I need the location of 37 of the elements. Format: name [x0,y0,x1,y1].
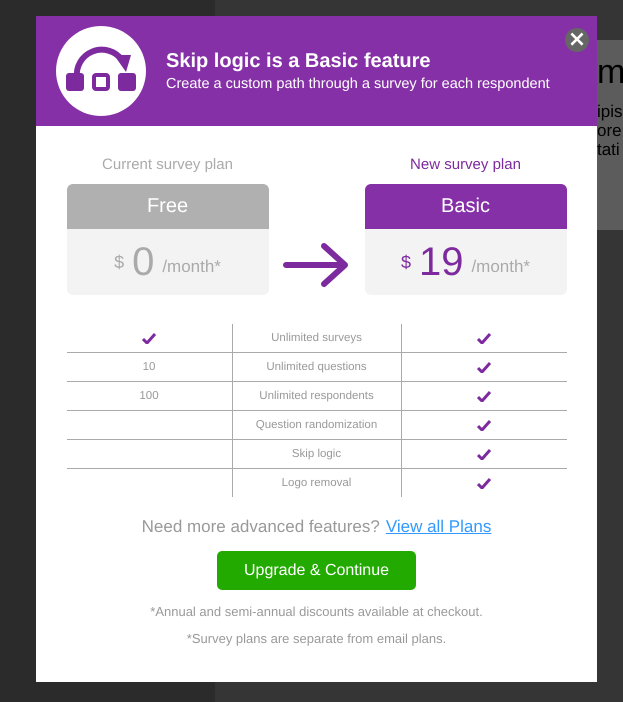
feature-name: Unlimited surveys [271,332,362,344]
close-button[interactable]: × [565,28,589,52]
price-period: /month* [162,257,221,277]
plan-name: Basic [364,184,566,229]
feature-name: Skip logic [292,448,342,460]
upgrade-button[interactable]: Upgrade & Continue [217,551,416,590]
more-features-text: Need more advanced features? [142,517,380,537]
check-icon [477,390,491,402]
page-text: ore [597,121,623,140]
feature-name: Logo removal [282,477,352,489]
dialog-title: Skip logic is a Basic feature [166,50,432,73]
feature-name: Unlimited respondents [259,390,374,402]
check-icon [477,332,491,344]
table-cell: 10 [142,361,156,373]
currency-sign: $ [114,252,124,272]
check-icon [477,362,491,372]
plan-caption: New survey plan [410,156,521,173]
check-icon [477,478,491,488]
price-amount: 19 [418,240,464,284]
page-text: ipis [597,102,623,121]
view-plans-link[interactable]: View all Plans [386,517,492,537]
price-period: /month* [471,257,530,277]
table-cell: 100 [139,390,159,402]
feature-name: Question randomization [256,419,378,431]
plan-caption: Current survey plan [102,156,233,173]
dialog-subtitle: Create a custom path through a survey for each respondent [166,76,550,92]
footnote: *Survey plans are separate from email plans. [186,631,446,646]
plan-name: Free [66,184,268,229]
page-text: tati [597,140,621,159]
check-icon [477,420,491,430]
feature-name: Unlimited questions [266,361,367,373]
price-amount: 0 [132,240,154,284]
skip-logic-icon [56,26,146,116]
footnote: *Annual and semi-annual discounts available at checkout. [150,604,483,619]
check-icon [477,448,491,460]
check-icon [142,332,156,344]
currency-sign: $ [400,252,411,272]
